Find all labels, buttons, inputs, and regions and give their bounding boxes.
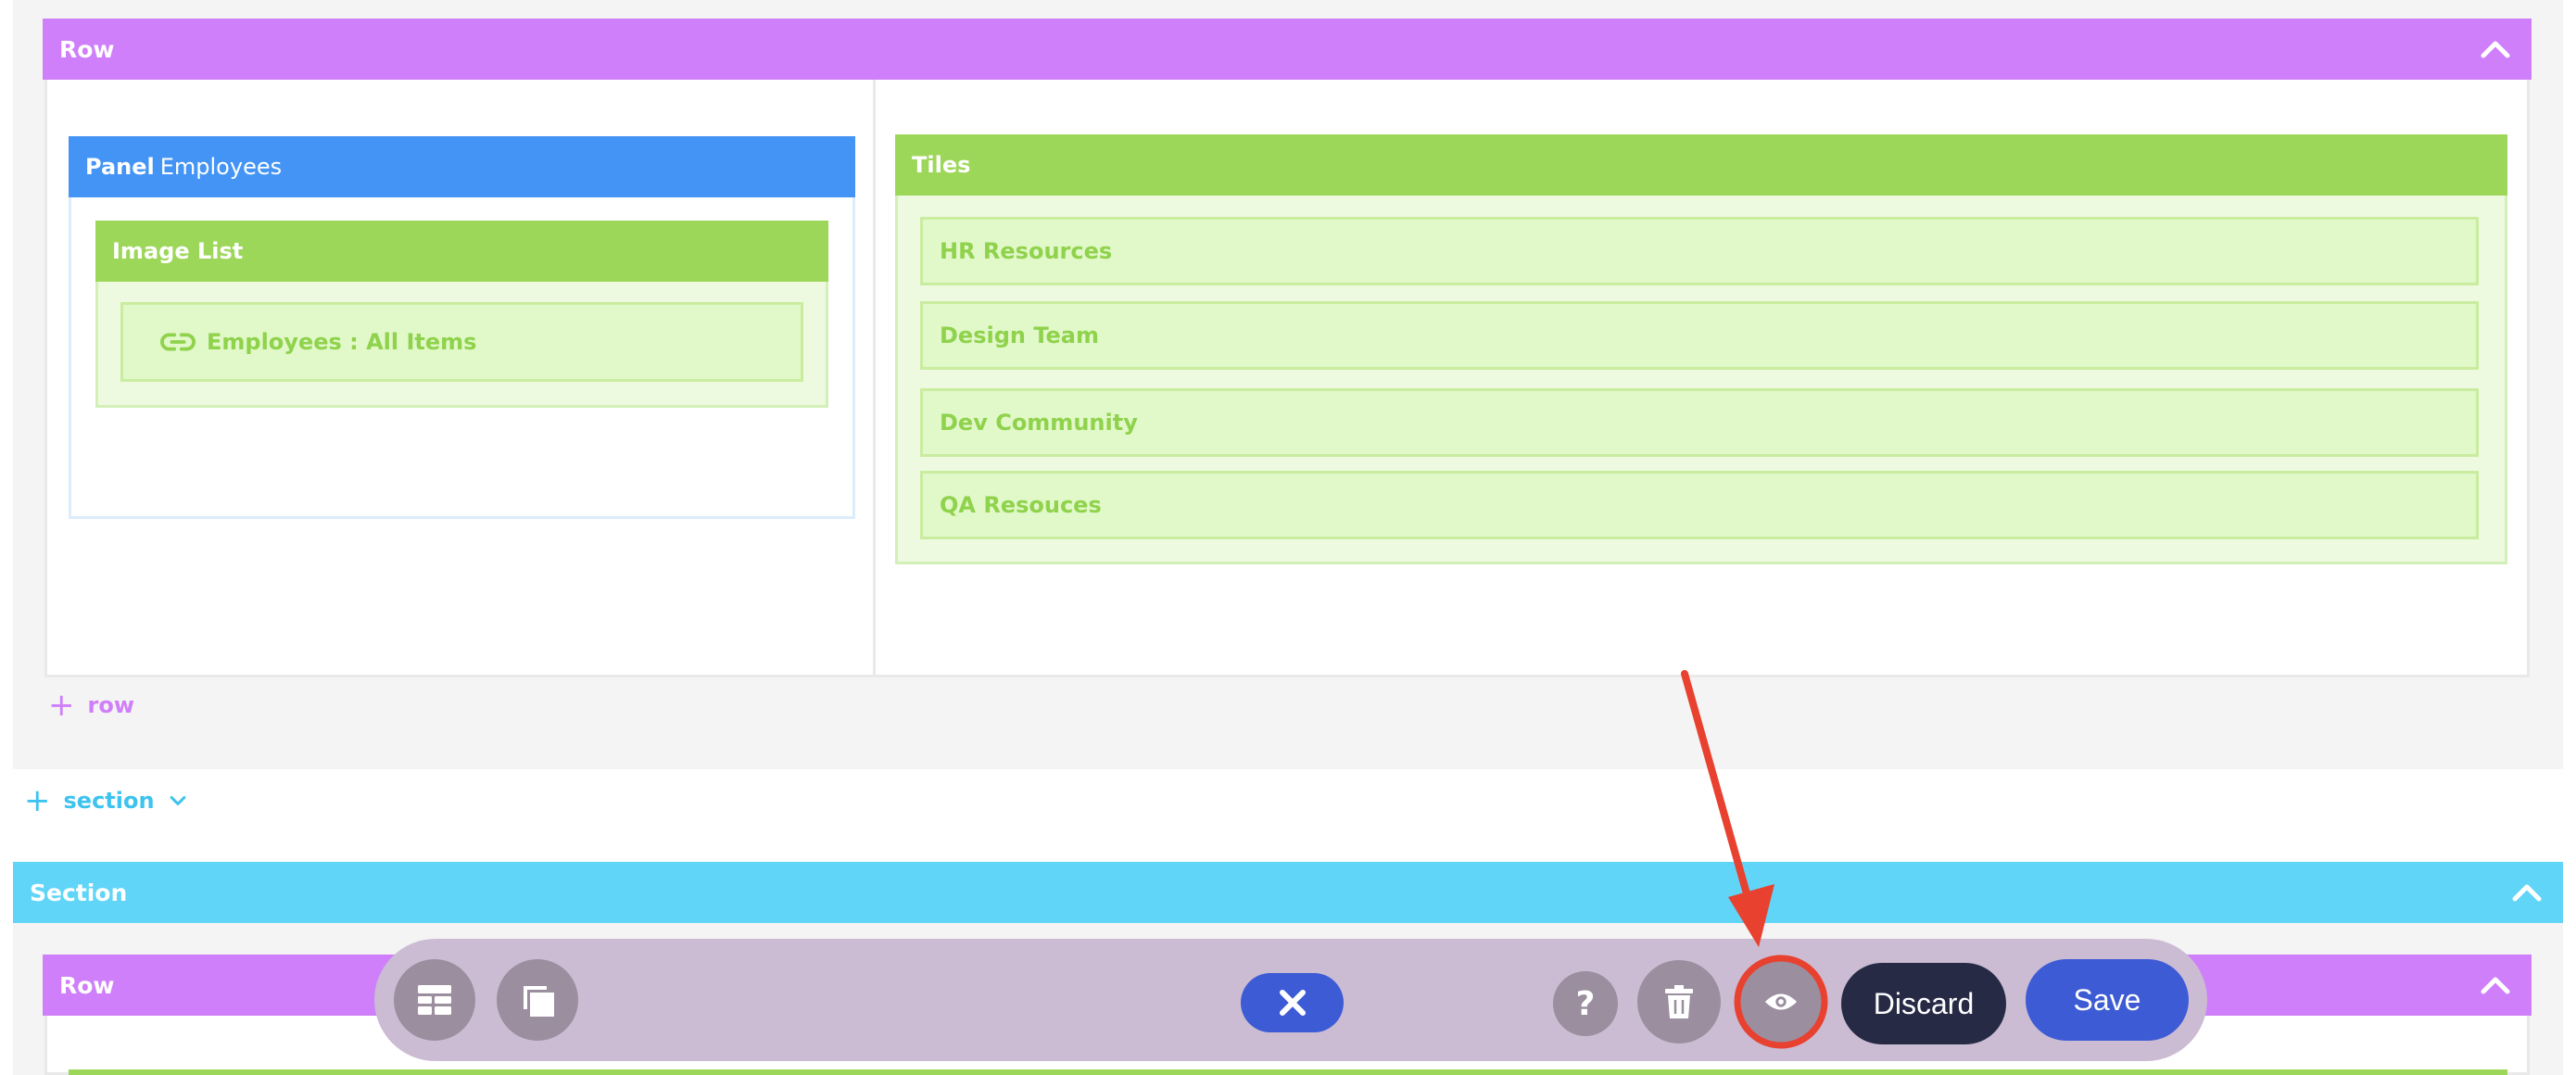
chevron-up-icon[interactable] [2480, 975, 2511, 995]
add-section-button[interactable]: + section [24, 781, 186, 820]
tile-item-label: Design Team [940, 322, 1099, 348]
discard-label: Discard [1873, 986, 1975, 1020]
section-header[interactable]: Section [13, 862, 2563, 923]
delete-button[interactable] [1637, 960, 1721, 1043]
panel-label: Panel [85, 154, 155, 180]
tile-item-label: Dev Community [940, 410, 1138, 436]
row-title: Row [59, 35, 115, 63]
image-list-item-label: Employees : All Items [207, 329, 477, 355]
plus-icon: + [48, 687, 75, 724]
panel-header[interactable]: Panel Employees [69, 136, 855, 197]
chevron-up-icon[interactable] [2480, 39, 2511, 59]
discard-button[interactable]: Discard [1841, 963, 2006, 1044]
link-icon [160, 333, 196, 351]
chevron-up-icon[interactable] [2511, 882, 2543, 903]
tile-item[interactable]: Design Team [920, 301, 2479, 370]
plus-icon: + [24, 782, 51, 819]
chevron-down-icon[interactable] [170, 795, 186, 806]
help-icon: ? [1575, 984, 1596, 1023]
tile-item[interactable]: QA Resouces [920, 471, 2479, 539]
close-icon [1279, 990, 1306, 1016]
add-row-button[interactable]: + row [48, 686, 134, 725]
eye-icon [1764, 993, 1798, 1010]
duplicate-icon [524, 986, 554, 1017]
tile-item[interactable]: HR Resources [920, 217, 2479, 285]
trash-icon [1665, 985, 1693, 1018]
save-label: Save [2073, 982, 2141, 1017]
column-divider [873, 80, 876, 675]
duplicate-button[interactable] [497, 959, 578, 1041]
tile-item-label: QA Resouces [940, 492, 1102, 518]
block-header [69, 1069, 2507, 1075]
row-header[interactable]: Row [43, 19, 2532, 80]
panel-name: Employees [159, 154, 283, 180]
close-editor-button[interactable] [1241, 973, 1344, 1032]
section-title: Section [30, 879, 128, 906]
layout-icon [418, 985, 451, 1015]
tiles-title: Tiles [912, 152, 971, 178]
row-title: Row [59, 971, 115, 999]
image-list-title: Image List [112, 238, 244, 264]
add-section-label: section [63, 788, 155, 814]
save-button[interactable]: Save [2026, 959, 2189, 1041]
tile-item[interactable]: Dev Community [920, 388, 2479, 457]
image-list-header[interactable]: Image List [95, 221, 828, 282]
layout-button[interactable] [394, 959, 475, 1041]
help-button[interactable]: ? [1553, 971, 1618, 1036]
preview-button[interactable] [1740, 961, 1822, 1043]
image-list-item[interactable]: Employees : All Items [120, 302, 803, 382]
tiles-header[interactable]: Tiles [895, 134, 2507, 196]
add-row-label: row [87, 692, 135, 718]
tile-item-label: HR Resources [940, 238, 1113, 264]
